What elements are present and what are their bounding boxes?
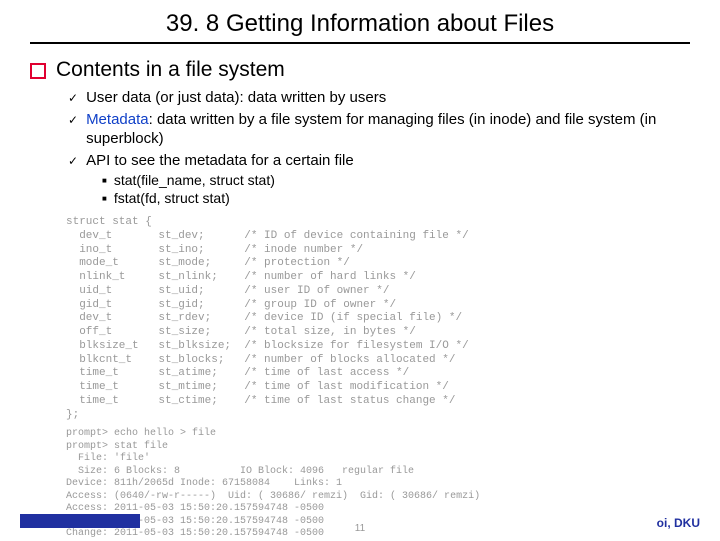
api-fstat: ■ fstat(fd, struct stat)	[102, 190, 690, 206]
bullet-text: API to see the metadata for a certain fi…	[86, 151, 354, 171]
metadata-keyword: Metadata	[86, 111, 149, 128]
footer-logo-bar	[20, 514, 140, 528]
square-bullet-icon: ■	[102, 176, 107, 185]
page-number: 11	[355, 523, 365, 534]
metadata-rest: : data written by a file system for mana…	[86, 111, 656, 148]
check-icon: ✓	[68, 91, 78, 107]
heading-row: Contents in a file system	[30, 58, 690, 82]
slide-container: 39. 8 Getting Information about Files Co…	[0, 0, 720, 541]
check-icon: ✓	[68, 113, 78, 129]
bullet-user-data: ✓ User data (or just data): data written…	[68, 88, 690, 108]
slide-title: 39. 8 Getting Information about Files	[30, 10, 690, 38]
api-text: fstat(fd, struct stat)	[114, 190, 230, 206]
api-stat: ■ stat(file_name, struct stat)	[102, 172, 690, 188]
bullet-metadata: ✓ Metadata: data written by a file syste…	[68, 110, 690, 149]
api-text: stat(file_name, struct stat)	[114, 172, 275, 188]
footer-affiliation: oi, DKU	[657, 516, 700, 530]
bullet-text: User data (or just data): data written b…	[86, 88, 386, 108]
square-bullet-icon: ■	[102, 194, 107, 203]
bullet-text: Metadata: data written by a file system …	[86, 110, 690, 149]
check-icon: ✓	[68, 154, 78, 170]
title-underline	[30, 42, 690, 44]
bullet-square-icon	[30, 63, 46, 79]
bullet-api: ✓ API to see the metadata for a certain …	[68, 151, 690, 171]
struct-stat-code: struct stat { dev_t st_dev; /* ID of dev…	[66, 216, 690, 422]
heading-text: Contents in a file system	[56, 58, 285, 82]
terminal-output: prompt> echo hello > file prompt> stat f…	[66, 428, 690, 541]
